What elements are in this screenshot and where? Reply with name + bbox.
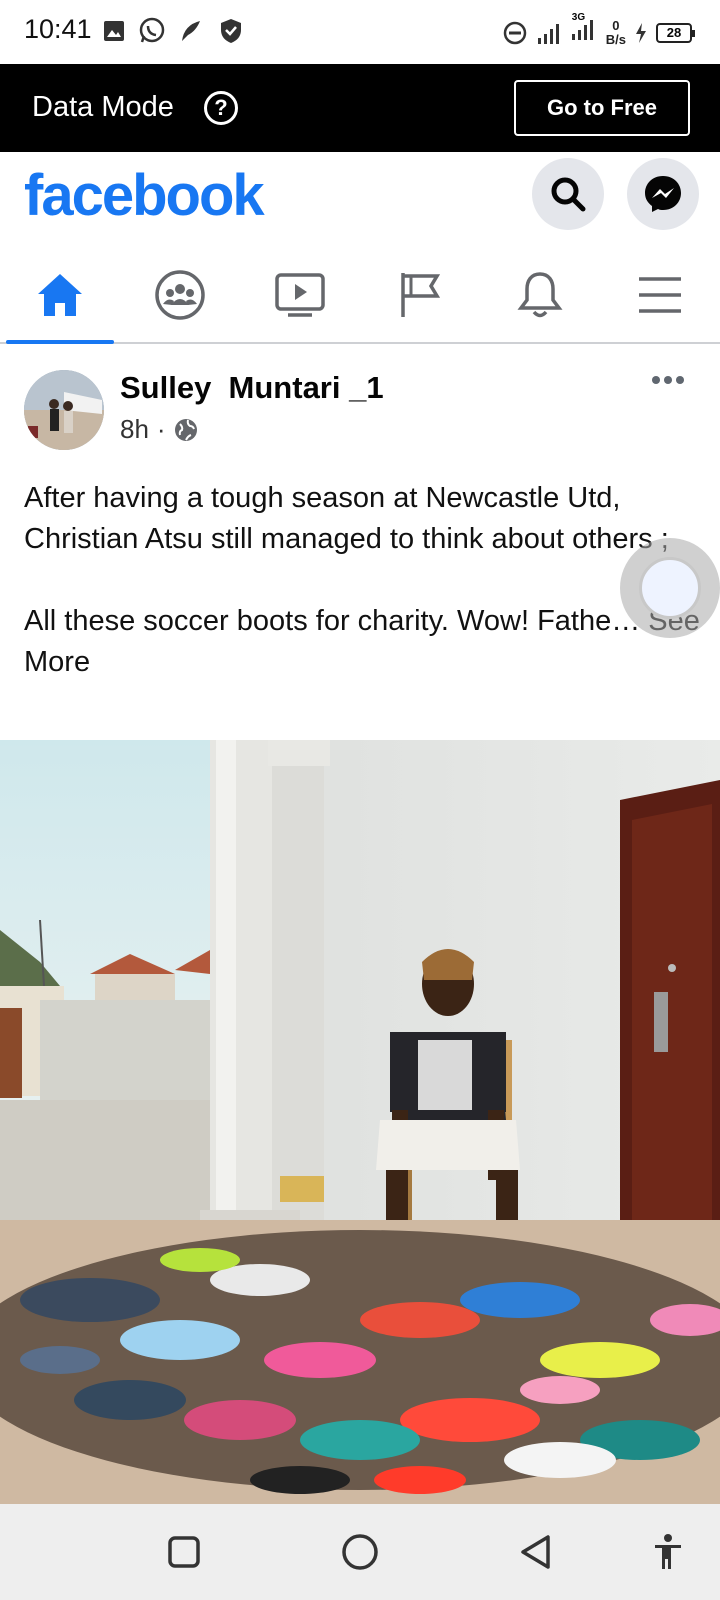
more-dot [652, 376, 660, 384]
home-icon [38, 274, 82, 316]
avatar-photo [24, 370, 104, 450]
back-button[interactable] [514, 1530, 558, 1574]
status-notification-icons [102, 17, 244, 45]
network-speed: 0 B/s [605, 17, 626, 47]
post-meta: 8h · [120, 414, 198, 445]
post-text: After having a tough season at Newcastle… [24, 478, 704, 683]
post-photo [0, 740, 720, 1504]
signal-icon [537, 23, 559, 44]
home-button[interactable] [338, 1530, 382, 1574]
data-mode-label: Data Mode [32, 91, 174, 123]
post-text-spacer [24, 560, 704, 601]
accessibility-button[interactable] [646, 1530, 690, 1574]
facebook-header: facebook [0, 152, 720, 248]
tab-groups[interactable] [120, 248, 240, 342]
battery-indicator: 28 [656, 22, 695, 43]
tab-menu[interactable] [600, 248, 720, 342]
boots-pile [0, 1230, 720, 1494]
post-author[interactable]: Sulley Muntari _1 [120, 370, 384, 406]
tab-home[interactable] [0, 248, 120, 344]
system-navigation-bar [0, 1504, 720, 1600]
post-options-button[interactable] [648, 370, 688, 390]
assistive-touch-inner [639, 557, 701, 619]
globe-icon [174, 418, 197, 441]
post-text-truncated: All these soccer boots for charity. Wow!… [24, 605, 641, 637]
tab-watch[interactable] [240, 248, 360, 342]
facebook-logo[interactable]: facebook [24, 162, 265, 229]
meta-separator: · [156, 414, 166, 444]
messenger-icon [645, 176, 681, 212]
assistive-touch-button[interactable] [620, 538, 720, 638]
feather-app-icon [182, 21, 200, 41]
do-not-disturb-icon [503, 21, 527, 44]
data-mode-banner: Data Mode ? Go to Free [0, 64, 720, 152]
status-bar: 10:41 3G 0 B/s 28 [0, 0, 720, 64]
recents-icon [168, 1536, 200, 1568]
notifications-bell-icon [517, 272, 563, 318]
status-time: 10:41 [24, 14, 92, 44]
menu-icon [639, 277, 681, 313]
search-icon [551, 177, 586, 212]
tab-pages[interactable] [360, 248, 480, 342]
more-dot [664, 376, 672, 384]
more-dot [676, 376, 684, 384]
network-type: 3G [571, 12, 586, 23]
shield-icon [221, 19, 241, 43]
post-text-paragraph-1: After having a tough season at Newcastle… [24, 482, 669, 555]
whatsapp-icon [139, 17, 165, 43]
gallery-icon [104, 21, 124, 41]
home-circle-icon [342, 1534, 378, 1570]
status-right-icons: 3G 0 B/s 28 [502, 12, 695, 49]
post-text-paragraph-2: All these soccer boots for charity. Wow!… [24, 601, 704, 683]
post-image[interactable] [0, 740, 720, 1504]
avatar[interactable] [24, 370, 104, 450]
recents-button[interactable] [162, 1530, 206, 1574]
tab-notifications[interactable] [480, 248, 600, 342]
post-time[interactable]: 8h [120, 414, 149, 445]
watch-icon [275, 273, 325, 317]
messenger-button[interactable] [627, 158, 699, 230]
search-button[interactable] [532, 158, 604, 230]
back-icon [521, 1535, 550, 1569]
groups-icon [155, 270, 205, 320]
accessibility-icon [655, 1534, 681, 1569]
navigation-tabs [0, 248, 720, 344]
pages-flag-icon [401, 273, 441, 317]
go-to-free-button[interactable]: Go to Free [514, 80, 690, 136]
help-icon[interactable]: ? [204, 91, 238, 125]
charging-icon [636, 22, 646, 43]
